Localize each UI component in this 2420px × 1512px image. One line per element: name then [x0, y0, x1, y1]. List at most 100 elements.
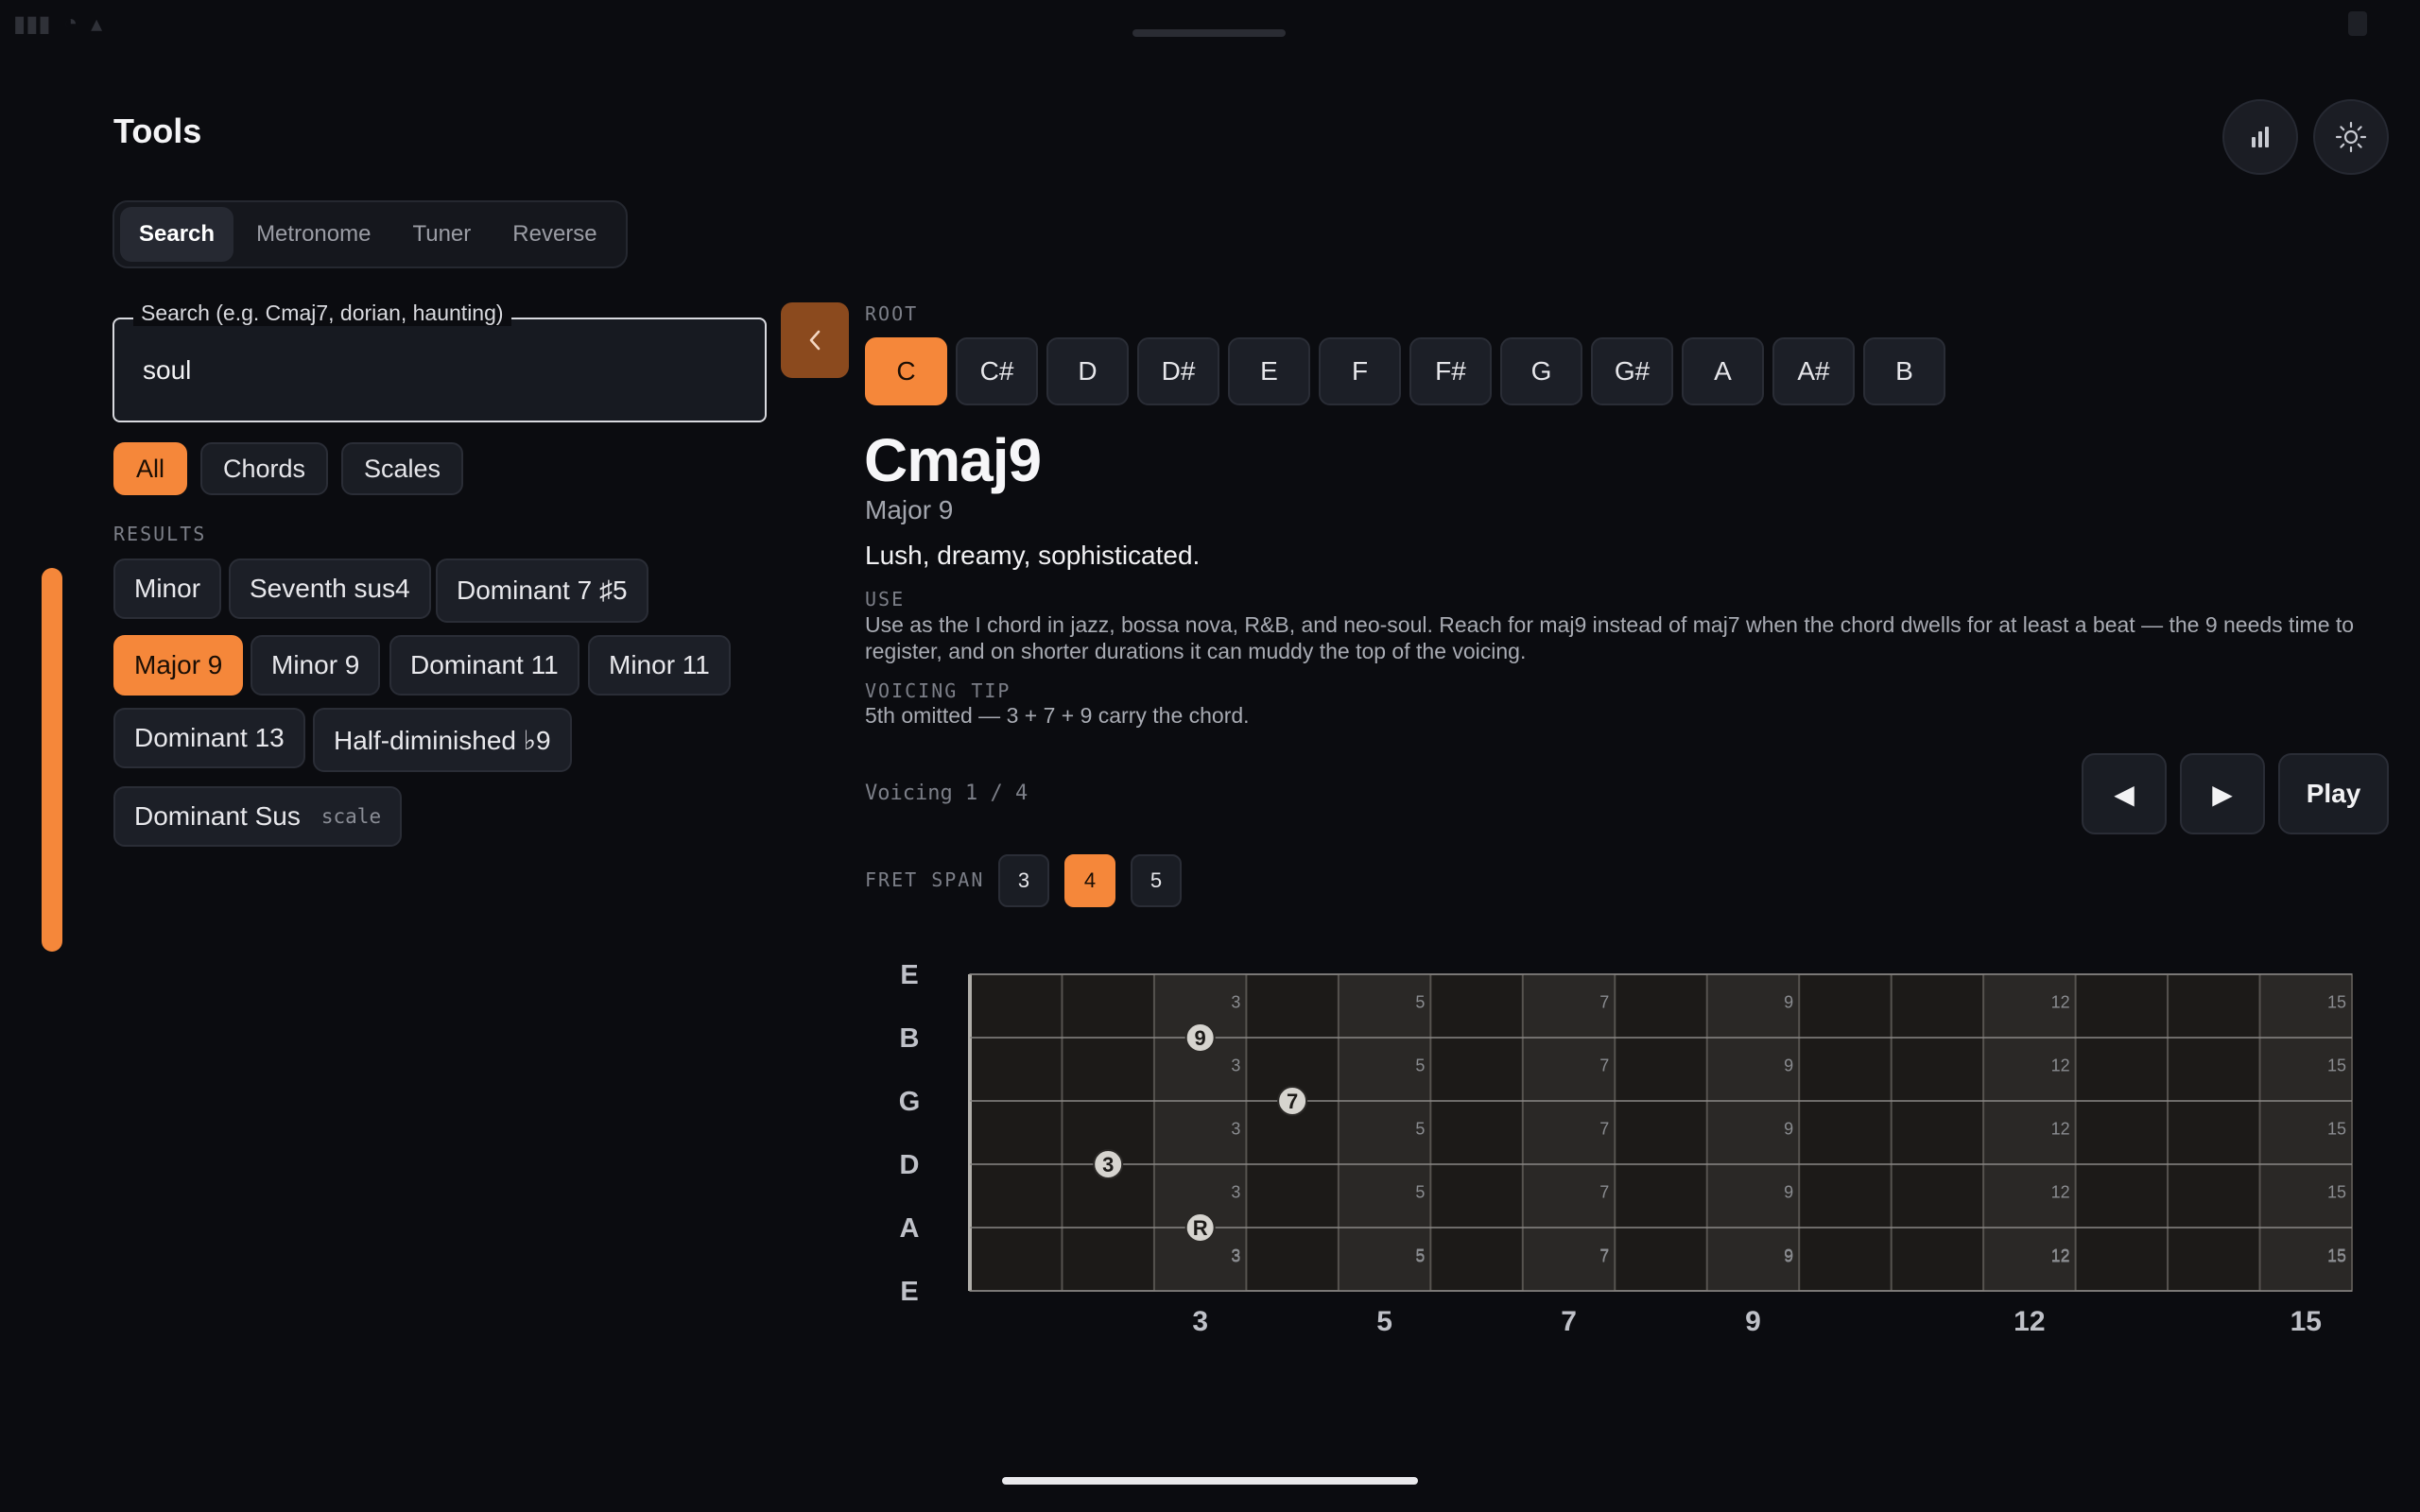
result-type-tag: scale: [320, 805, 382, 828]
tab-reverse[interactable]: Reverse: [493, 207, 615, 262]
status-bar: ▮▮▮ ◔ ▴: [13, 9, 102, 38]
fret-number-label: 9: [1745, 1306, 1761, 1337]
fret-number-small: 3: [1231, 1246, 1240, 1265]
fret-number-small: 7: [1599, 1120, 1609, 1139]
inlay-shade-fret-7: [1522, 974, 1616, 1291]
use-description: Use as the I chord in jazz, bossa nova, …: [865, 612, 2355, 663]
result-dominant-11[interactable]: Dominant 11: [389, 635, 579, 696]
fret-number-small: 7: [1599, 993, 1609, 1012]
note-label: 9: [1195, 1026, 1206, 1050]
root-key-a-sharp[interactable]: A#: [1772, 337, 1855, 405]
search-field: Search (e.g. Cmaj7, dorian, haunting): [112, 301, 767, 422]
previous-voicing-button[interactable]: ◀: [2082, 753, 2167, 834]
root-key-f[interactable]: F: [1319, 337, 1401, 405]
note-label: 7: [1287, 1090, 1298, 1113]
root-key-c[interactable]: C: [865, 337, 947, 405]
use-label: USE: [865, 588, 906, 610]
sun-icon: [2335, 121, 2367, 153]
filter-chords[interactable]: Chords: [200, 442, 329, 495]
stats-button[interactable]: [2222, 99, 2298, 175]
root-key-d-sharp[interactable]: D#: [1137, 337, 1219, 405]
tab-search[interactable]: Search: [120, 207, 234, 262]
triangle-left-icon: ◀: [2114, 779, 2135, 809]
scrollbar[interactable]: [42, 568, 62, 952]
fret-number-small: 12: [2051, 1246, 2070, 1265]
fret-number-small: 3: [1231, 993, 1240, 1012]
result-dominant-7-sharp-5[interactable]: Dominant 7 ♯5: [436, 558, 648, 623]
fret-number-label: 15: [2290, 1306, 2322, 1337]
inlay-shade-fret-9: [1706, 974, 1800, 1291]
tab-metronome[interactable]: Metronome: [237, 207, 389, 262]
root-key-d[interactable]: D: [1046, 337, 1129, 405]
root-key-c-sharp[interactable]: C#: [956, 337, 1038, 405]
fret-number-small: 5: [1415, 993, 1425, 1012]
fret-number-small: 15: [2327, 1246, 2346, 1265]
fretboard-background: [969, 973, 2353, 1292]
filter-all[interactable]: All: [113, 442, 188, 495]
fret-number-small: 5: [1415, 1247, 1425, 1266]
string-label: G: [899, 1087, 921, 1117]
top-drag-handle[interactable]: [1132, 29, 1286, 37]
fret-number-small: 15: [2327, 1057, 2346, 1075]
root-key-a[interactable]: A: [1682, 337, 1764, 405]
fret-number-label: 7: [1561, 1306, 1577, 1337]
notification-icon: ▴: [91, 10, 103, 37]
bar-chart-icon: [2252, 127, 2269, 147]
result-minor-9[interactable]: Minor 9: [251, 635, 381, 696]
fret-number-small: 12: [2051, 1183, 2070, 1202]
fret-number-small: 5: [1415, 1183, 1425, 1202]
root-key-f-sharp[interactable]: F#: [1409, 337, 1492, 405]
collapse-panel-button[interactable]: [781, 302, 849, 378]
fret-number-small: 7: [1599, 1247, 1609, 1266]
result-dominant-13[interactable]: Dominant 13: [113, 708, 305, 768]
fret-number-small: 12: [2051, 1057, 2070, 1075]
theme-toggle-button[interactable]: [2313, 99, 2389, 175]
page-title: Tools: [113, 112, 202, 150]
fret-number-small: 3: [1231, 1247, 1240, 1266]
string-label: D: [900, 1150, 920, 1180]
fret-number-small: 12: [2051, 1120, 2070, 1139]
fret-number-small: 7: [1599, 1183, 1609, 1202]
search-label: Search (e.g. Cmaj7, dorian, haunting): [133, 301, 511, 326]
fret-number-small: 9: [1784, 993, 1793, 1012]
fret-number-small: 9: [1784, 1246, 1793, 1265]
search-input[interactable]: [143, 350, 729, 391]
fret-span-5[interactable]: 5: [1131, 854, 1182, 907]
result-major-9[interactable]: Major 9: [113, 635, 244, 696]
tab-tuner[interactable]: Tuner: [393, 207, 490, 262]
fret-number-small: 15: [2327, 1120, 2346, 1139]
inlay-shade-fret-5: [1338, 974, 1431, 1291]
fret-span-3[interactable]: 3: [998, 854, 1049, 907]
inlay-shade-fret-12: [1983, 974, 2076, 1291]
fret-number-small: 3: [1231, 1057, 1240, 1075]
note-dot: [1093, 1149, 1124, 1179]
result-half-diminished-flat-9[interactable]: Half-diminished ♭9: [313, 708, 572, 772]
string-label: E: [900, 960, 918, 990]
result-dominant-sus[interactable]: Dominant Sus scale: [113, 786, 403, 847]
result-minor-11[interactable]: Minor 11: [588, 635, 731, 696]
fret-number-small: 3: [1231, 1183, 1240, 1202]
sync-icon: ◔: [63, 10, 78, 36]
string-label: A: [900, 1213, 920, 1244]
home-indicator[interactable]: [1002, 1477, 1418, 1485]
triangle-right-icon: ▶: [2212, 779, 2233, 809]
play-button[interactable]: Play: [2278, 753, 2389, 834]
result-minor[interactable]: Minor: [113, 558, 222, 619]
root-key-g[interactable]: G: [1500, 337, 1582, 405]
next-voicing-button[interactable]: ▶: [2180, 753, 2265, 834]
inlay-shade-fret-15: [2259, 974, 2352, 1291]
chord-full-name: Major 9: [865, 495, 954, 524]
battery-icon: [2348, 11, 2367, 36]
root-key-e[interactable]: E: [1228, 337, 1310, 405]
signal-icon: ▮▮▮: [13, 10, 51, 37]
note-dot: [1184, 1212, 1216, 1243]
fret-number-small: 7: [1599, 1057, 1609, 1075]
filter-scales[interactable]: Scales: [341, 442, 464, 495]
fret-number-label: 12: [2014, 1306, 2045, 1337]
root-key-g-sharp[interactable]: G#: [1591, 337, 1673, 405]
result-seventh-sus4[interactable]: Seventh sus4: [229, 558, 431, 619]
root-key-b[interactable]: B: [1863, 337, 1945, 405]
fret-span-4[interactable]: 4: [1064, 854, 1115, 907]
results-label: RESULTS: [113, 523, 207, 545]
fret-number-small: 12: [2051, 1247, 2070, 1266]
